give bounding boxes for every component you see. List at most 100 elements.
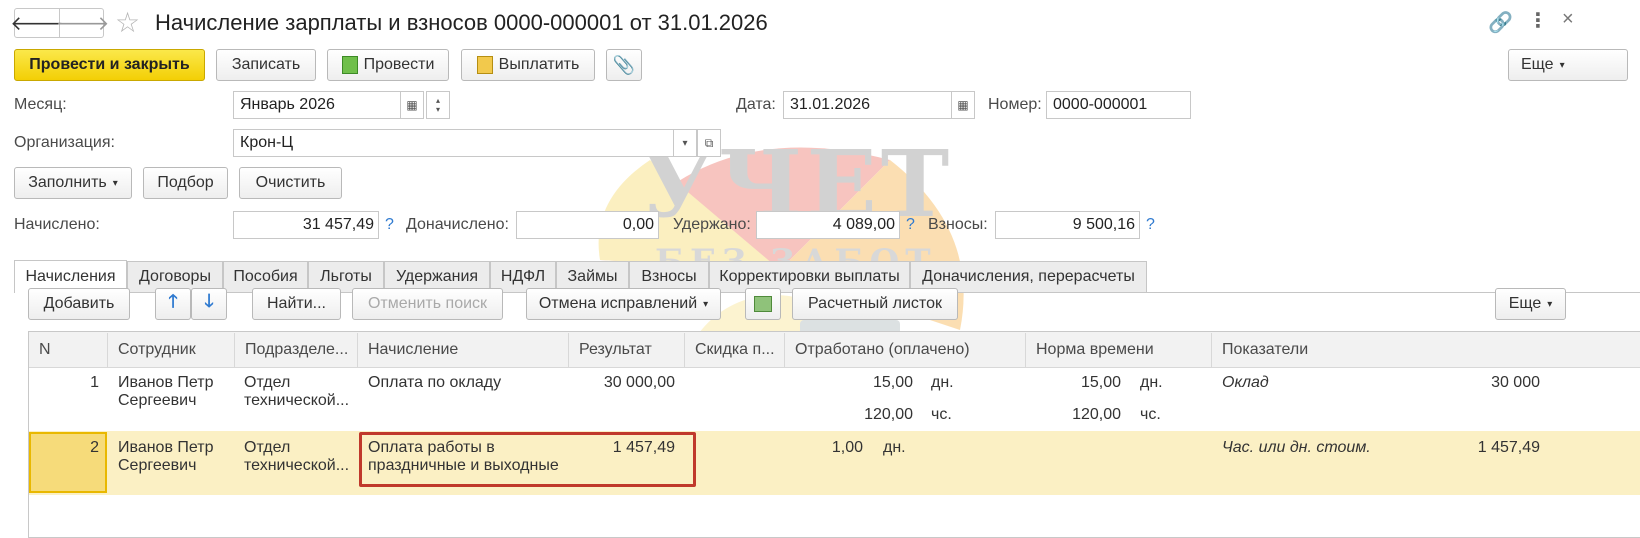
number-label: Номер: xyxy=(988,96,1042,113)
department-name-line2: технической... xyxy=(244,457,350,474)
chevron-down-icon: ▾ xyxy=(682,137,688,149)
contributions-label: Взносы: xyxy=(928,216,988,233)
withheld-label: Удержано: xyxy=(673,216,751,233)
attach-button[interactable]: 📎 xyxy=(606,49,642,81)
organization-field[interactable]: Крон-Ц xyxy=(233,129,675,157)
col-separator xyxy=(784,333,785,367)
select-button[interactable]: Подбор xyxy=(143,167,228,199)
col-separator xyxy=(1211,333,1212,367)
col-separator xyxy=(1025,333,1026,367)
add-button[interactable]: Добавить xyxy=(28,288,130,320)
organization-label: Организация: xyxy=(14,134,115,151)
open-window-icon: ⧉ xyxy=(704,135,714,150)
select-label: Подбор xyxy=(157,174,214,191)
norm-days-unit: дн. xyxy=(1140,374,1163,391)
window-title: Начисление зарплаты и взносов 0000-00000… xyxy=(155,10,768,35)
withheld-help-icon[interactable]: ? xyxy=(906,216,915,234)
payslip-button[interactable]: Расчетный листок xyxy=(792,288,958,320)
indicator-value: 30 000 xyxy=(1491,374,1540,391)
chevron-down-icon: ▾ xyxy=(112,177,118,189)
favorite-star-icon[interactable]: ☆ xyxy=(115,6,140,39)
date-field[interactable]: 31.01.2026 xyxy=(783,91,953,119)
col-result[interactable]: Результат xyxy=(569,332,684,368)
more-vertical-icon[interactable]: ⋮ xyxy=(1528,8,1548,33)
col-n[interactable]: N xyxy=(29,332,107,368)
organization-open-button[interactable]: ⧉ xyxy=(697,129,721,157)
more-button-top[interactable]: Еще ▾ xyxy=(1508,49,1628,81)
month-calendar-button[interactable]: ▦ xyxy=(400,91,424,119)
norm-hours: 120,00 xyxy=(1072,406,1121,423)
post-and-close-button[interactable]: Провести и закрыть xyxy=(14,49,205,81)
department-name: Отдел xyxy=(244,374,291,391)
arrow-up-icon: 🡑 xyxy=(168,291,178,311)
worked-days: 1,00 xyxy=(831,439,863,456)
spin-up-icon: ▴ xyxy=(435,96,440,105)
calendar-icon: ▦ xyxy=(406,98,418,112)
fill-button[interactable]: Заполнить ▾ xyxy=(14,167,132,199)
month-spinner[interactable]: ▴ ▾ xyxy=(426,91,450,119)
organization-dropdown-button[interactable]: ▾ xyxy=(673,129,697,157)
accrued-label: Начислено: xyxy=(14,216,100,233)
chevron-down-icon: ▾ xyxy=(703,298,709,310)
date-calendar-button[interactable]: ▦ xyxy=(951,91,975,119)
indicator-value: 1 457,49 xyxy=(1477,439,1540,456)
cancel-search-button[interactable]: Отменить поиск xyxy=(352,288,503,320)
close-icon[interactable]: × xyxy=(1562,8,1574,31)
nav-back-forward: 🡐 🡒 xyxy=(10,8,110,38)
fill-label: Заполнить xyxy=(28,174,107,191)
save-button[interactable]: Записать xyxy=(216,49,316,81)
col-indicators[interactable]: Показатели xyxy=(1212,332,1612,368)
result-value: 30 000,00 xyxy=(603,374,675,391)
payslip-label: Расчетный листок xyxy=(808,295,942,312)
spin-down-icon: ▾ xyxy=(435,105,440,114)
col-norm[interactable]: Норма времени xyxy=(1026,332,1211,368)
accrued-help-icon[interactable]: ? xyxy=(385,216,394,234)
accrual-type: Оплата по окладу xyxy=(368,374,502,391)
indicator-name: Час. или дн. стоим. xyxy=(1222,439,1371,456)
row-number: 2 xyxy=(90,439,99,456)
calendar-icon: ▦ xyxy=(957,98,969,112)
post-label: Провести xyxy=(363,56,435,73)
employee-name-line2: Сергеевич xyxy=(118,392,197,409)
col-discount[interactable]: Скидка п... xyxy=(685,332,785,368)
number-field[interactable]: 0000-000001 xyxy=(1046,91,1191,119)
col-accrual[interactable]: Начисление xyxy=(358,332,568,368)
withheld-field: 4 089,00 xyxy=(756,211,900,239)
indicator-name: Оклад xyxy=(1222,374,1269,391)
pay-button[interactable]: Выплатить xyxy=(461,49,595,81)
find-label: Найти... xyxy=(267,295,326,312)
more-button-grid[interactable]: Еще ▾ xyxy=(1495,288,1566,320)
col-department[interactable]: Подразделе... xyxy=(235,332,357,368)
month-field[interactable]: Январь 2026 xyxy=(233,91,401,119)
date-label: Дата: xyxy=(736,96,776,113)
save-label: Записать xyxy=(231,56,301,73)
worked-days-unit: дн. xyxy=(931,374,954,391)
post-button[interactable]: Провести xyxy=(327,49,449,81)
additional-field: 0,00 xyxy=(516,211,659,239)
arrow-down-icon: 🡓 xyxy=(204,291,214,311)
table-add-icon xyxy=(754,296,772,312)
find-button[interactable]: Найти... xyxy=(252,288,341,320)
link-icon[interactable]: 🔗 xyxy=(1488,10,1513,35)
col-separator xyxy=(107,333,108,367)
clear-label: Очистить xyxy=(255,174,326,191)
highlight-frame xyxy=(359,432,696,487)
worked-hours: 120,00 xyxy=(864,406,913,423)
more-label-top: Еще xyxy=(1521,56,1554,73)
department-name-line2: технической... xyxy=(244,392,350,409)
post-document-icon xyxy=(341,56,358,74)
more-label-grid: Еще xyxy=(1508,295,1542,312)
back-button[interactable]: 🡐 xyxy=(10,9,64,37)
move-up-button[interactable]: 🡑 xyxy=(155,288,191,320)
contributions-help-icon[interactable]: ? xyxy=(1146,216,1155,234)
cancel-corrections-button[interactable]: Отмена исправлений ▾ xyxy=(526,288,721,320)
col-worked[interactable]: Отработано (оплачено) xyxy=(785,332,1025,368)
edit-table-button[interactable] xyxy=(745,288,781,320)
forward-button[interactable]: 🡒 xyxy=(56,9,110,37)
worked-days: 15,00 xyxy=(872,374,913,391)
col-employee[interactable]: Сотрудник xyxy=(108,332,234,368)
cancel-corrections-label: Отмена исправлений xyxy=(538,295,698,312)
chevron-down-icon: ▾ xyxy=(1559,59,1565,71)
clear-button[interactable]: Очистить xyxy=(239,167,342,199)
move-down-button[interactable]: 🡓 xyxy=(191,288,227,320)
